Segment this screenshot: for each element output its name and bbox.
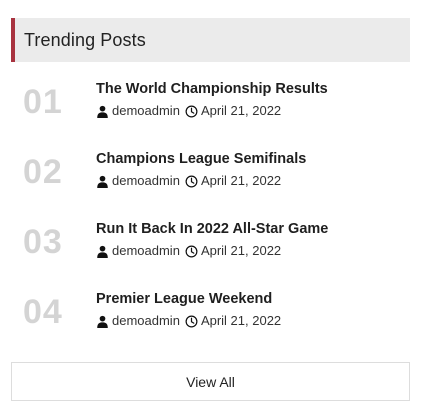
trending-post-item: 02 Champions League Semifinals demoadmin… — [11, 150, 410, 210]
user-icon — [96, 175, 109, 188]
trending-posts-list: 01 The World Championship Results demoad… — [11, 62, 410, 362]
post-rank-number: 01 — [23, 83, 63, 121]
clock-icon — [185, 315, 198, 328]
post-rank-number: 03 — [23, 223, 63, 261]
trending-post-item: 01 The World Championship Results demoad… — [11, 80, 410, 140]
post-body: Champions League Semifinals demoadmin Ap… — [96, 150, 306, 189]
view-all-button[interactable]: View All — [11, 362, 410, 401]
post-body: Run It Back In 2022 All-Star Game demoad… — [96, 220, 328, 259]
post-author-link[interactable]: demoadmin — [112, 243, 180, 259]
trending-posts-widget: Trending Posts 01 The World Championship… — [11, 18, 410, 401]
post-meta: demoadmin April 21, 2022 — [96, 103, 328, 119]
user-icon — [96, 105, 109, 118]
post-date-link[interactable]: April 21, 2022 — [201, 243, 281, 259]
trending-post-item: 03 Run It Back In 2022 All-Star Game dem… — [11, 220, 410, 280]
trending-post-item: 04 Premier League Weekend demoadmin Apri… — [11, 290, 410, 350]
clock-icon — [185, 245, 198, 258]
post-body: Premier League Weekend demoadmin April 2… — [96, 290, 281, 329]
post-date-link[interactable]: April 21, 2022 — [201, 173, 281, 189]
post-date-link[interactable]: April 21, 2022 — [201, 313, 281, 329]
widget-title: Trending Posts — [24, 29, 146, 50]
post-author-link[interactable]: demoadmin — [112, 103, 180, 119]
post-body: The World Championship Results demoadmin… — [96, 80, 328, 119]
post-title-link[interactable]: Premier League Weekend — [96, 290, 281, 308]
post-author-link[interactable]: demoadmin — [112, 313, 180, 329]
user-icon — [96, 315, 109, 328]
post-meta: demoadmin April 21, 2022 — [96, 173, 306, 189]
post-meta: demoadmin April 21, 2022 — [96, 313, 281, 329]
post-date-link[interactable]: April 21, 2022 — [201, 103, 281, 119]
post-title-link[interactable]: Champions League Semifinals — [96, 150, 306, 168]
post-meta: demoadmin April 21, 2022 — [96, 243, 328, 259]
widget-header: Trending Posts — [11, 18, 410, 62]
post-title-link[interactable]: The World Championship Results — [96, 80, 328, 98]
clock-icon — [185, 175, 198, 188]
post-title-link[interactable]: Run It Back In 2022 All-Star Game — [96, 220, 328, 238]
user-icon — [96, 245, 109, 258]
clock-icon — [185, 105, 198, 118]
post-rank-number: 04 — [23, 293, 63, 331]
post-rank-number: 02 — [23, 153, 63, 191]
post-author-link[interactable]: demoadmin — [112, 173, 180, 189]
